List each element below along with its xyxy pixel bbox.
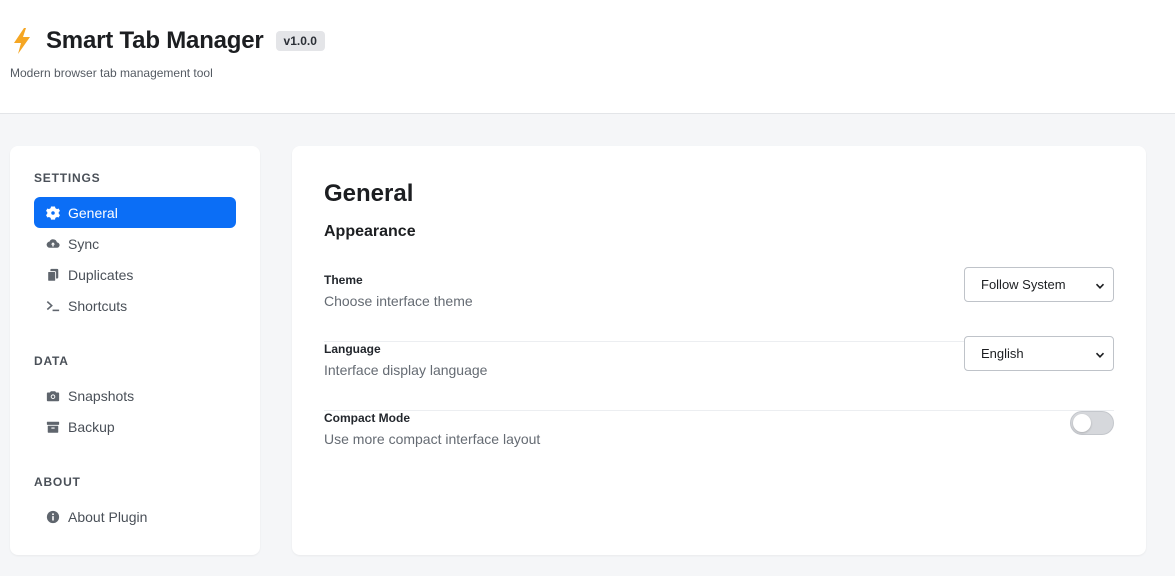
app-title: Smart Tab Manager (46, 27, 264, 54)
copy-icon (46, 268, 60, 282)
setting-language: Language Interface display language Engl… (324, 336, 1114, 411)
info-icon (46, 510, 60, 524)
section-label-about: ABOUT (34, 475, 81, 489)
sidebar-item-label: Duplicates (68, 266, 134, 283)
sidebar: SETTINGS General Sync Duplicates Shortcu… (10, 146, 260, 555)
camera-icon (46, 389, 60, 403)
setting-label: Theme (324, 273, 363, 287)
sidebar-item-shortcuts[interactable]: Shortcuts (34, 290, 236, 321)
language-select[interactable]: English (964, 336, 1114, 371)
app-header: Smart Tab Manager v1.0.0 Modern browser … (0, 0, 1175, 114)
sidebar-item-label: About Plugin (68, 508, 148, 525)
toggle-knob (1073, 414, 1091, 432)
setting-label: Language (324, 342, 381, 356)
section-label-settings: SETTINGS (34, 171, 101, 185)
sidebar-item-label: Snapshots (68, 387, 135, 404)
setting-description: Interface display language (324, 362, 488, 378)
setting-description: Choose interface theme (324, 293, 473, 309)
language-select-value: English (981, 346, 1024, 361)
lightning-bolt-icon (10, 27, 34, 55)
setting-compact-mode: Compact Mode Use more compact interface … (324, 411, 1114, 480)
section-label-data: DATA (34, 354, 69, 368)
theme-select[interactable]: Follow System (964, 267, 1114, 302)
brand: Smart Tab Manager v1.0.0 (10, 27, 325, 55)
gear-icon (46, 205, 60, 220)
settings-panel: General Appearance Theme Choose interfac… (292, 146, 1146, 555)
sidebar-item-snapshots[interactable]: Snapshots (34, 380, 236, 411)
archive-icon (46, 420, 60, 434)
sidebar-item-general[interactable]: General (34, 197, 236, 228)
cloud-icon (46, 237, 60, 251)
chevron-down-icon (1095, 279, 1105, 289)
sidebar-item-label: Shortcuts (68, 297, 128, 314)
compact-mode-toggle[interactable] (1070, 411, 1114, 435)
sidebar-item-about-plugin[interactable]: About Plugin (34, 501, 236, 532)
chevron-down-icon (1095, 348, 1105, 358)
version-badge: v1.0.0 (275, 31, 325, 51)
sidebar-item-backup[interactable]: Backup (34, 411, 236, 442)
setting-theme: Theme Choose interface theme Follow Syst… (324, 267, 1114, 342)
sidebar-item-duplicates[interactable]: Duplicates (34, 259, 236, 290)
sidebar-item-label: Sync (68, 235, 100, 252)
setting-description: Use more compact interface layout (324, 431, 541, 447)
page-title: General (324, 180, 414, 207)
sidebar-item-label: General (68, 204, 118, 221)
app-subtitle: Modern browser tab management tool (10, 66, 213, 80)
theme-select-value: Follow System (981, 277, 1066, 292)
sidebar-item-sync[interactable]: Sync (34, 228, 236, 259)
section-title-appearance: Appearance (324, 223, 416, 240)
terminal-icon (46, 299, 60, 313)
setting-label: Compact Mode (324, 411, 411, 425)
sidebar-item-label: Backup (68, 418, 115, 435)
